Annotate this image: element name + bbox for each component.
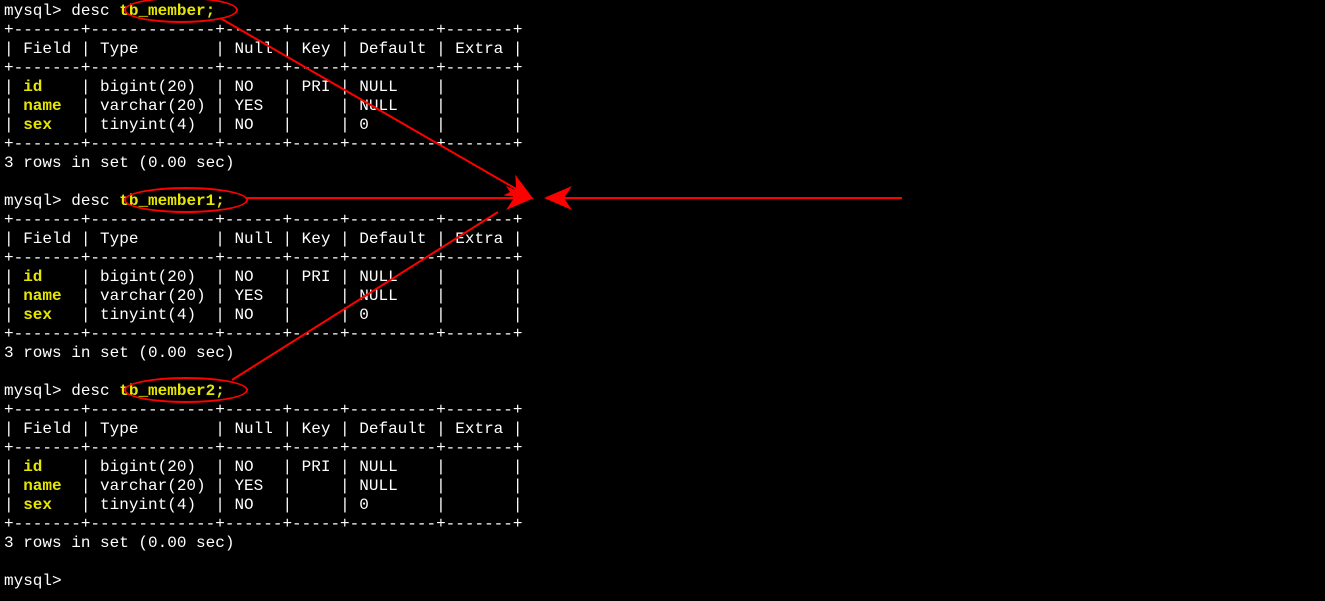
table-border: +-------+-------------+------+-----+----… — [4, 59, 522, 77]
table-row: | id | bigint(20) | NO | PRI | NULL | | — [4, 78, 522, 96]
table-border: +-------+-------------+------+-----+----… — [4, 135, 522, 153]
table-header: | Field | Type | Null | Key | Default | … — [4, 40, 522, 58]
prompt: mysql> desc tb_member1; — [4, 192, 225, 210]
result-footer: 3 rows in set (0.00 sec) — [4, 534, 234, 552]
table-row: | name | varchar(20) | YES | | NULL | | — [4, 287, 522, 305]
table-row: | name | varchar(20) | YES | | NULL | | — [4, 97, 522, 115]
table-name-1: tb_member1; — [119, 192, 225, 210]
table-row: | id | bigint(20) | NO | PRI | NULL | | — [4, 268, 522, 286]
table-row: | sex | tinyint(4) | NO | | 0 | | — [4, 306, 523, 324]
table-row: | id | bigint(20) | NO | PRI | NULL | | — [4, 458, 522, 476]
table-border: +-------+-------------+------+-----+----… — [4, 21, 522, 39]
result-footer: 3 rows in set (0.00 sec) — [4, 154, 234, 172]
prompt-idle: mysql> — [4, 572, 71, 590]
table-name-0: tb_member; — [119, 2, 215, 20]
mysql-terminal[interactable]: mysql> desc tb_member; +-------+--------… — [0, 0, 1325, 593]
table-row: | sex | tinyint(4) | NO | | 0 | | — [4, 496, 523, 514]
table-border: +-------+-------------+------+-----+----… — [4, 439, 522, 457]
result-footer: 3 rows in set (0.00 sec) — [4, 344, 234, 362]
table-header: | Field | Type | Null | Key | Default | … — [4, 230, 522, 248]
prompt: mysql> desc tb_member; — [4, 2, 215, 20]
prompt: mysql> desc tb_member2; — [4, 382, 225, 400]
table-row: | sex | tinyint(4) | NO | | 0 | | — [4, 116, 523, 134]
table-row: | name | varchar(20) | YES | | NULL | | — [4, 477, 522, 495]
table-border: +-------+-------------+------+-----+----… — [4, 515, 522, 533]
table-border: +-------+-------------+------+-----+----… — [4, 211, 522, 229]
table-name-2: tb_member2; — [119, 382, 225, 400]
table-border: +-------+-------------+------+-----+----… — [4, 249, 522, 267]
table-border: +-------+-------------+------+-----+----… — [4, 325, 522, 343]
table-header: | Field | Type | Null | Key | Default | … — [4, 420, 522, 438]
table-border: +-------+-------------+------+-----+----… — [4, 401, 522, 419]
